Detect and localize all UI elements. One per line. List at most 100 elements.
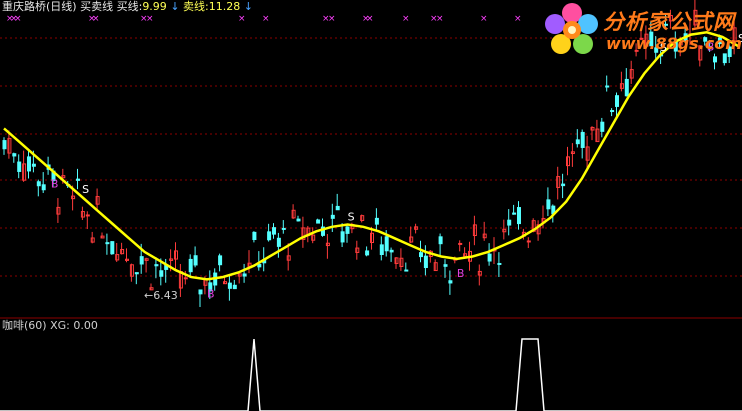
candle-body <box>272 227 276 235</box>
indicator-name: 买卖线 <box>80 0 114 13</box>
site-logo: 分析家公式网 www.88gs.com <box>543 2 742 58</box>
logo-url: www.88gs.com <box>606 34 742 53</box>
candle-body <box>605 85 610 88</box>
candle-body <box>17 161 22 172</box>
candle-body <box>340 231 345 243</box>
candle-body <box>159 270 164 277</box>
signal-mark: × <box>14 14 22 24</box>
candle-body <box>31 163 36 167</box>
candle-body <box>227 282 232 289</box>
signal-mark: × <box>262 14 270 24</box>
candle-body <box>134 272 139 275</box>
candle-body <box>345 226 350 234</box>
candle-body <box>526 240 531 243</box>
candle-body <box>335 205 340 211</box>
top-signal-marks: ××× ×× ×× × × ×× ×× × ×× × × <box>6 14 522 24</box>
buy-signal-marker: B <box>207 287 215 300</box>
candle-body <box>423 255 428 269</box>
candle-body <box>600 121 605 132</box>
candle-body <box>267 231 272 241</box>
candle-body <box>61 175 66 179</box>
xg-value: 0.00 <box>73 319 98 332</box>
candle-body <box>419 252 423 258</box>
candle-body <box>546 199 551 210</box>
buy-signal-marker: B <box>51 178 59 191</box>
signal-mark: × <box>514 14 522 24</box>
candle-body <box>580 131 585 148</box>
candle-body <box>154 264 159 267</box>
candle-body <box>458 242 463 245</box>
candle-body <box>257 263 262 268</box>
candle-body <box>188 258 193 273</box>
candle-body <box>27 156 31 172</box>
candle-body <box>379 244 384 255</box>
xg-label: XG: <box>50 319 70 332</box>
candle-body <box>404 269 409 272</box>
candle-body <box>389 249 394 253</box>
signal-mark: × <box>146 14 154 24</box>
candle-body <box>2 140 7 150</box>
candle-body <box>242 273 247 277</box>
buy-signal-marker: B <box>457 267 465 280</box>
sell-signal-marker: S <box>82 183 89 196</box>
signal-mark: × <box>480 14 488 24</box>
candle-body <box>487 253 492 262</box>
sell-signal-marker: S <box>348 210 355 223</box>
candle-body <box>252 231 257 241</box>
signal-mark: × <box>436 14 444 24</box>
candle-body <box>85 214 90 217</box>
candle-body <box>365 250 370 256</box>
candle-body <box>281 227 286 230</box>
candle-body <box>448 280 453 284</box>
candle-body <box>384 236 389 252</box>
candle-body <box>517 207 521 225</box>
sub-panel-header: 咖啡(60) XG: 0.00 <box>2 320 98 332</box>
candle-body <box>374 217 379 225</box>
down-arrow-icon: ↓ <box>170 0 180 13</box>
candle-body <box>183 277 188 280</box>
signal-mark: × <box>238 14 246 24</box>
signal-mark: × <box>328 14 336 24</box>
candle-body <box>575 139 580 145</box>
candle-body <box>610 110 615 113</box>
candle-body <box>443 264 448 267</box>
xg-signal-line <box>0 338 742 411</box>
candle-body <box>36 181 41 187</box>
candle-body <box>105 242 110 245</box>
candle-body <box>76 178 80 181</box>
logo-title: 分析家公式网 <box>603 10 735 34</box>
low-price-marker: ←6.43 <box>144 289 178 302</box>
candle-body <box>110 241 115 255</box>
signal-mark: × <box>402 14 410 24</box>
candle-body <box>139 256 144 265</box>
candle-body <box>193 255 198 266</box>
candle-body <box>615 95 619 107</box>
candle-body <box>497 262 502 265</box>
candle-body <box>507 219 512 226</box>
down-arrow-icon: ↓ <box>243 0 253 13</box>
candle-body <box>12 153 17 157</box>
candle-body <box>512 212 517 215</box>
candle-body <box>232 284 237 290</box>
signal-mark: × <box>366 14 374 24</box>
candle-body <box>624 78 629 97</box>
stock-name: 重庆路桥(日线) <box>2 0 77 13</box>
sell-line-label: 卖线: <box>183 0 209 13</box>
main-panel-header: 重庆路桥(日线) 买卖线 买线:9.99 ↓ 卖线:11.28 ↓ <box>2 1 253 13</box>
candle-body <box>296 218 301 222</box>
signal-mark: × <box>92 14 100 24</box>
sub-indicator-name: 咖啡(60) <box>2 319 47 332</box>
candle-body <box>41 184 46 191</box>
candle-body <box>218 255 223 266</box>
candle-body <box>276 237 281 247</box>
candle-body <box>198 289 203 295</box>
candle-body <box>316 219 321 224</box>
candle-body <box>438 236 443 245</box>
buy-line-value: 9.99 <box>142 0 167 13</box>
stock-chart: B SBSBS BS ××× ×× ×× × × ×× ×× × ×× × × <box>0 0 742 411</box>
buy-line-label: 买线: <box>116 0 143 13</box>
candle-body <box>330 214 335 219</box>
sell-line-value: 11.28 <box>208 0 241 13</box>
candle-body <box>561 183 566 187</box>
flower-logo-icon <box>545 3 598 54</box>
